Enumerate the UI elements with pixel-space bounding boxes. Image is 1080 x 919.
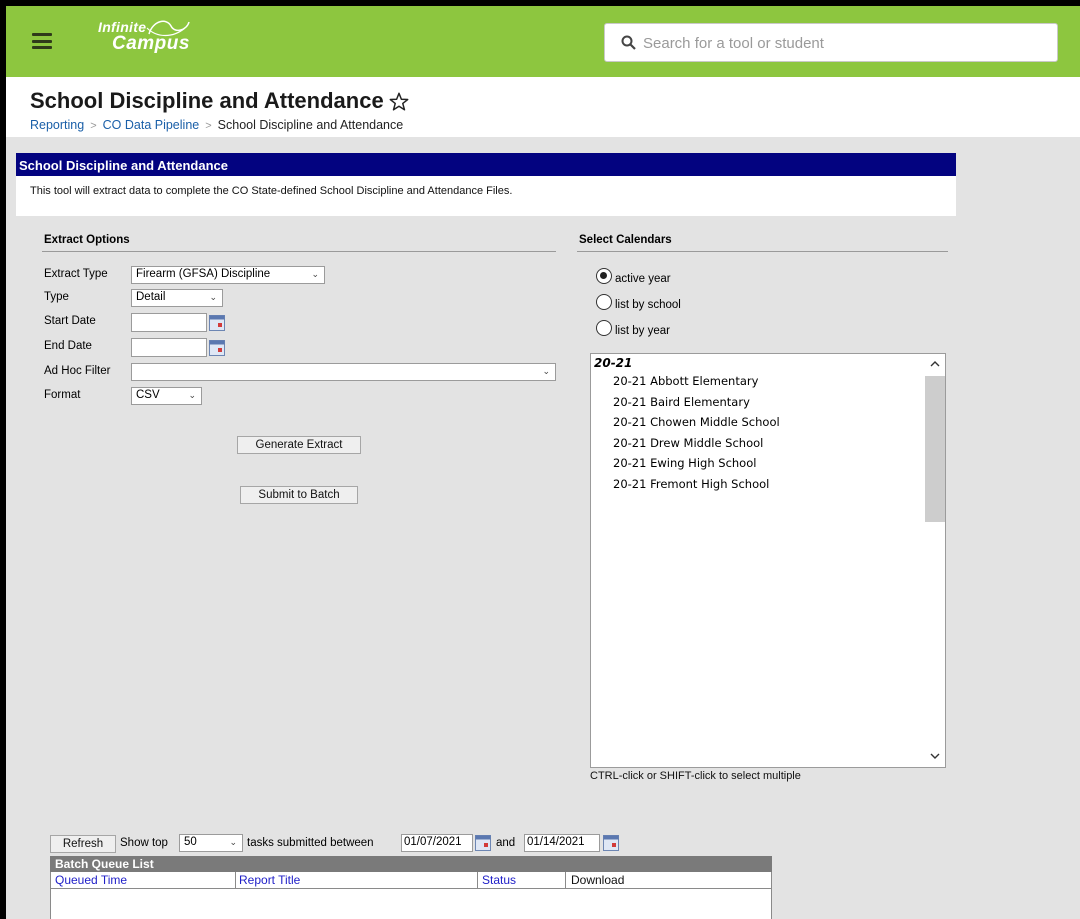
- global-search[interactable]: [604, 23, 1058, 62]
- batch-queue-title: Batch Queue List: [50, 856, 772, 872]
- radio-list-by-year[interactable]: [596, 320, 612, 336]
- extract-type-label: Extract Type: [44, 268, 108, 280]
- batch-start-date-field[interactable]: 01/07/2021: [401, 834, 473, 852]
- show-top-label: Show top: [120, 837, 168, 849]
- radio-list-by-school[interactable]: [596, 294, 612, 310]
- col-queued-time[interactable]: Queued Time: [55, 873, 127, 888]
- chevron-right-icon: >: [205, 120, 212, 132]
- start-date-label: Start Date: [44, 315, 96, 327]
- calendar-option[interactable]: 20-21 Baird Elementary: [613, 395, 750, 409]
- page-header: School Discipline and Attendance Reporti…: [6, 77, 1080, 137]
- format-value: CSV: [136, 389, 160, 401]
- favorite-star-icon[interactable]: [388, 91, 410, 113]
- search-icon: [621, 35, 636, 50]
- show-top-value: 50: [184, 836, 197, 848]
- select-calendars-title: Select Calendars: [579, 234, 672, 246]
- scroll-down-icon[interactable]: [929, 752, 941, 760]
- radio-list-by-year-label: list by year: [615, 325, 670, 337]
- extract-options-title: Extract Options: [44, 234, 130, 246]
- tool-description: This tool will extract data to complete …: [16, 176, 956, 216]
- ad-hoc-filter-label: Ad Hoc Filter: [44, 365, 111, 377]
- submit-to-batch-button[interactable]: Submit to Batch: [240, 486, 358, 504]
- extract-type-value: Firearm (GFSA) Discipline: [136, 268, 271, 280]
- app-logo[interactable]: Infinite Campus: [98, 20, 190, 53]
- calendar-option[interactable]: 20-21 Abbott Elementary: [613, 374, 758, 388]
- show-top-select[interactable]: 50 ⌄: [179, 834, 243, 852]
- col-status[interactable]: Status: [482, 873, 516, 888]
- listbox-scrollbar[interactable]: [925, 354, 945, 767]
- breadcrumb: Reporting > CO Data Pipeline > School Discip…: [30, 118, 403, 132]
- end-date-field[interactable]: [131, 338, 207, 357]
- radio-active-year-label: active year: [615, 273, 671, 285]
- radio-active-year[interactable]: [596, 268, 612, 284]
- batch-queue-body: [50, 889, 772, 919]
- tool-header: School Discipline and Attendance: [16, 153, 956, 176]
- select-calendars-divider: [577, 251, 948, 252]
- start-date-field[interactable]: [131, 313, 207, 332]
- type-select[interactable]: Detail ⌄: [131, 289, 223, 307]
- calendar-icon[interactable]: [475, 835, 491, 851]
- extract-type-select[interactable]: Firearm (GFSA) Discipline ⌄: [131, 266, 325, 284]
- end-date-label: End Date: [44, 340, 92, 352]
- type-label: Type: [44, 291, 69, 303]
- and-label: and: [496, 837, 516, 849]
- col-download: Download: [571, 873, 625, 887]
- refresh-button[interactable]: Refresh: [50, 835, 116, 853]
- chevron-down-icon: ⌄: [209, 292, 217, 302]
- chevron-down-icon: ⌄: [188, 390, 196, 400]
- col-report-title[interactable]: Report Title: [239, 873, 300, 888]
- scrollbar-thumb[interactable]: [925, 376, 945, 522]
- breadcrumb-co-data-pipeline[interactable]: CO Data Pipeline: [103, 118, 200, 132]
- logo-swoosh-icon: [146, 20, 190, 37]
- calendar-icon[interactable]: [603, 835, 619, 851]
- page-title: School Discipline and Attendance: [30, 88, 384, 113]
- calendar-option[interactable]: 20-21 Fremont High School: [613, 477, 769, 491]
- chevron-right-icon: >: [90, 120, 97, 132]
- top-bar: Infinite Campus: [6, 6, 1080, 77]
- generate-extract-button[interactable]: Generate Extract: [237, 436, 361, 454]
- format-label: Format: [44, 389, 81, 401]
- tasks-between-label: tasks submitted between: [247, 837, 374, 849]
- breadcrumb-current: School Discipline and Attendance: [217, 118, 404, 132]
- breadcrumb-reporting[interactable]: Reporting: [30, 118, 84, 132]
- batch-queue-header: Queued Time Report Title Status Download: [50, 872, 772, 889]
- menu-icon[interactable]: [32, 33, 52, 49]
- chevron-down-icon: ⌄: [542, 366, 550, 376]
- search-input[interactable]: [643, 32, 1043, 54]
- scroll-up-icon[interactable]: [929, 360, 941, 368]
- calendar-icon[interactable]: [209, 315, 225, 331]
- calendar-icon[interactable]: [209, 340, 225, 356]
- calendar-group-label: 20-21: [594, 356, 633, 370]
- chevron-down-icon: ⌄: [229, 837, 237, 847]
- ad-hoc-filter-select[interactable]: ⌄: [131, 363, 556, 381]
- extract-options-divider: [42, 251, 556, 252]
- calendar-option[interactable]: 20-21 Chowen Middle School: [613, 415, 780, 429]
- calendar-listbox[interactable]: 20-21 20-21 Abbott Elementary 20-21 Bair…: [590, 353, 946, 768]
- calendar-option[interactable]: 20-21 Drew Middle School: [613, 436, 763, 450]
- calendar-option[interactable]: 20-21 Ewing High School: [613, 456, 756, 470]
- app-frame: Infinite Campus School Discipline and At…: [6, 6, 1080, 919]
- radio-list-by-school-label: list by school: [615, 299, 681, 311]
- chevron-down-icon: ⌄: [311, 269, 319, 279]
- type-value: Detail: [136, 291, 166, 303]
- format-select[interactable]: CSV ⌄: [131, 387, 202, 405]
- batch-end-date-field[interactable]: 01/14/2021: [524, 834, 600, 852]
- multi-select-hint: CTRL-click or SHIFT-click to select mult…: [590, 770, 801, 782]
